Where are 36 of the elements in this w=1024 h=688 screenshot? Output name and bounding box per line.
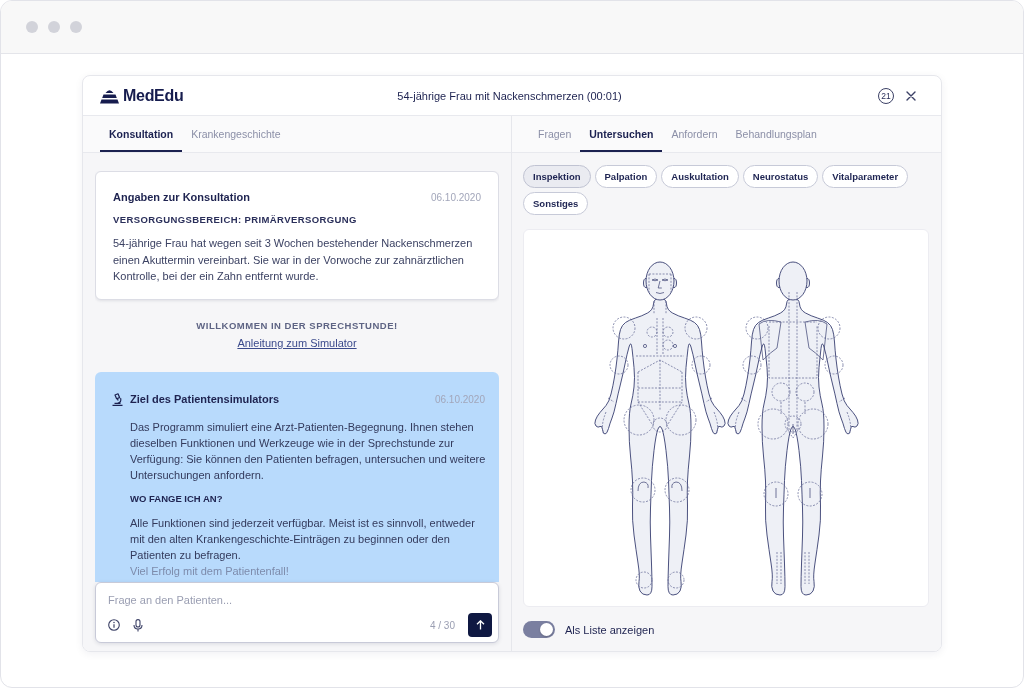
exam-category-chip[interactable]: Inspektion — [523, 165, 591, 188]
info-icon[interactable] — [108, 619, 120, 631]
info-paragraph: Alle Funktionen sind jederzeit verfügbar. Meist ist es sinnvoll, entweder mit den alten Krankengeschichte-Einträgen zu beginnen oder den Patienten zu befragen. — [130, 515, 476, 563]
send-button[interactable] — [468, 613, 492, 637]
card-date: 06.10.2020 — [434, 393, 485, 405]
exam-category-chip[interactable]: Palpation — [594, 165, 658, 188]
character-counter: 4 / 30 — [429, 619, 455, 631]
close-icon — [906, 90, 916, 101]
card-title: Angaben zur Konsultation — [113, 191, 250, 203]
card-title: Ziel des Patientensimulators — [130, 393, 280, 405]
window-dot-icon — [26, 21, 38, 33]
exam-category-chip[interactable]: Vitalparameter — [822, 165, 909, 188]
window-dot-icon — [48, 21, 60, 33]
arrow-up-icon — [475, 620, 485, 630]
logo-icon — [100, 87, 119, 104]
window-dot-icon — [70, 21, 82, 33]
body-back-drawing[interactable] — [726, 261, 859, 596]
info-subheading: WO FANGE ICH AN? — [130, 491, 224, 506]
case-description: 54-jährige Frau hat wegen seit 3 Wochen bestehender Nackenschmerzen einen Akuttermin vereinbart. Sie war in der Vorwoche zur zahnärztlichen Kontrolle, bei der ein Zahn entfernt wurde. — [113, 236, 474, 284]
microscope-icon — [112, 392, 123, 406]
welcome-heading: WILLKOMMEN IN DER SPRECHSTUNDE! — [196, 319, 398, 332]
info-paragraph: Viel Erfolg mit dem Patientenfall! — [130, 563, 290, 579]
exam-category-chip[interactable]: Neurostatus — [742, 165, 819, 188]
info-paragraph: Das Programm simuliert eine Arzt-Patienten-Begegnung. Ihnen stehen dieselben Funktionen und Werkzeuge wie in der Sprechstunde zur Verfügung: Sie können den Patienten befragen, untersuchen und weitere Untersuchungen anfordern. — [130, 419, 487, 483]
exam-category-chip[interactable]: Sonstiges — [523, 192, 589, 215]
card-date: 06.10.2020 — [430, 191, 481, 203]
logo-text: MedEdu — [123, 86, 184, 105]
exam-category-chip[interactable]: Auskultation — [661, 165, 739, 188]
toggle-label: Als Liste anzeigen — [565, 623, 655, 636]
simulator-guide-link[interactable]: Anleitung zum Simulator — [237, 335, 357, 350]
microphone-icon[interactable] — [133, 618, 143, 632]
body-front-drawing[interactable] — [593, 261, 726, 596]
list-view-toggle[interactable] — [523, 621, 555, 638]
case-title: 54-jährige Frau mit Nackenschmerzen (00:01) — [397, 89, 622, 102]
question-input-field[interactable]: Frage an den Patienten... — [108, 592, 492, 608]
care-area-label: VERSORGUNGSBEREICH: PRIMÄRVERSORGUNG — [113, 214, 358, 225]
